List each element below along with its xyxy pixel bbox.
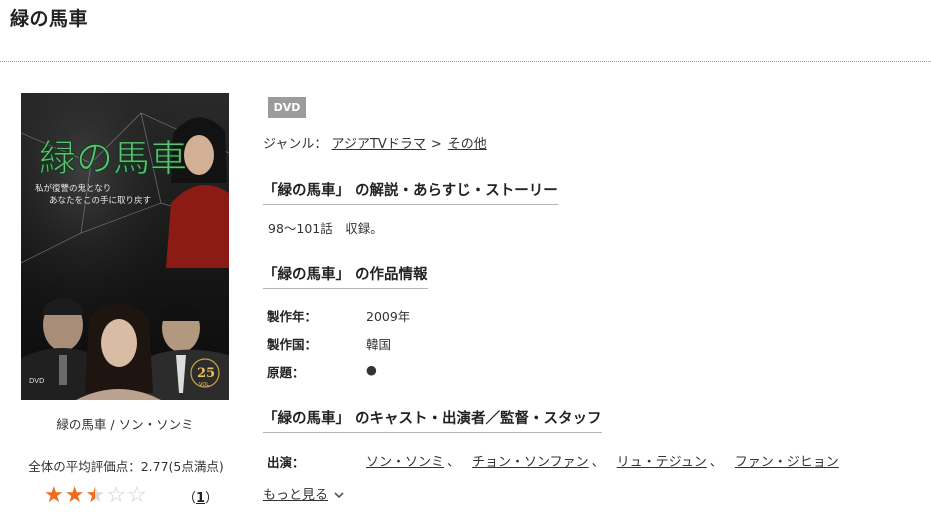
cast-link[interactable]: ファン・ジヒョン — [735, 455, 839, 470]
cast-heading: 「緑の馬車」 のキャスト・出演者／監督・スタッフ — [263, 407, 602, 433]
original-title-label: 原題： — [267, 365, 305, 380]
breadcrumb-separator: > — [430, 137, 442, 152]
cover-volume-number: 25 — [197, 366, 215, 381]
dvd-cover-image[interactable]: 緑の馬車 私が復讐の鬼となり あなたをこの手に取り戻す 25 VOL. DVD — [21, 93, 229, 400]
story-text: 98～101話 収録。 — [268, 221, 383, 236]
star-empty-icon[interactable]: ☆ — [127, 484, 147, 508]
production-country-label: 製作国： — [267, 337, 318, 352]
production-country-value: 韓国 — [366, 337, 392, 352]
format-badge: DVD — [268, 97, 306, 118]
show-more-button[interactable]: もっと見る — [263, 484, 344, 503]
info-heading: 「緑の馬車」 の作品情報 — [263, 263, 428, 289]
page-title: 緑の馬車 — [10, 8, 89, 30]
original-title-value: ● — [366, 362, 377, 377]
cover-format-label: DVD — [29, 377, 44, 385]
production-year-value: 2009年 — [366, 309, 411, 324]
cover-tagline-1: 私が復讐の鬼となり — [35, 183, 111, 194]
review-count: （1） — [183, 491, 219, 506]
star-empty-icon[interactable]: ☆ — [106, 484, 126, 508]
cover-title-art: 緑の馬車 — [39, 137, 187, 180]
cast-label: 出演： — [267, 455, 305, 470]
genre-link-asian-tv-drama[interactable]: アジアTVドラマ — [332, 137, 426, 152]
star-full-icon[interactable]: ★ — [44, 484, 64, 508]
genre-label: ジャンル： — [263, 137, 328, 152]
cast-link[interactable]: チョン・ソンファン — [472, 455, 589, 470]
cover-caption: 緑の馬車 / ソン・ソンミ — [56, 417, 194, 432]
cover-volume-label: VOL. — [199, 382, 211, 388]
star-rating[interactable]: ★ ★ ★★ ☆ ☆ — [44, 484, 147, 508]
cast-link[interactable]: ソン・ソンミ — [366, 455, 444, 470]
review-count-link[interactable]: 1 — [196, 491, 205, 506]
genre-breadcrumb: ジャンル： アジアTVドラマ > その他 — [263, 133, 487, 152]
header-divider — [0, 61, 931, 62]
chevron-down-icon[interactable] — [334, 488, 344, 503]
average-rating-text: 全体の平均評価点：2.77(5点満点) — [28, 459, 224, 474]
star-half-icon[interactable]: ★★ — [85, 484, 105, 508]
cast-list: ソン・ソンミ、チョン・ソンファン、リュ・テジュン、ファン・ジヒョン — [366, 455, 839, 470]
star-full-icon[interactable]: ★ — [65, 484, 85, 508]
cast-link[interactable]: リュ・テジュン — [617, 455, 707, 470]
production-year-label: 製作年： — [267, 309, 318, 324]
genre-link-other[interactable]: その他 — [448, 137, 487, 152]
show-more-link[interactable]: もっと見る — [263, 488, 328, 503]
story-heading: 「緑の馬車」 の解説・あらすじ・ストーリー — [263, 179, 558, 205]
cover-tagline-2: あなたをこの手に取り戻す — [49, 195, 151, 206]
